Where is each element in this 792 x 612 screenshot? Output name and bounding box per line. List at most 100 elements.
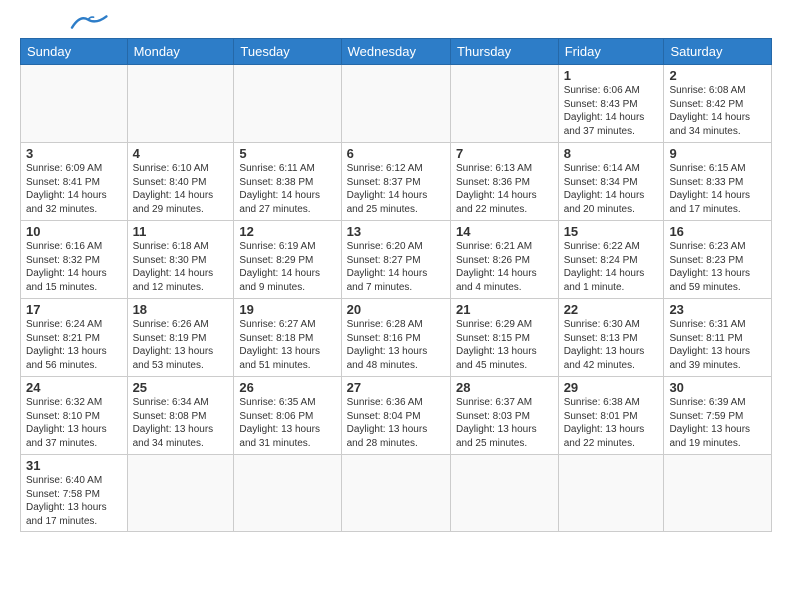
calendar-cell: 14Sunrise: 6:21 AM Sunset: 8:26 PM Dayli…	[450, 221, 558, 299]
calendar-cell: 16Sunrise: 6:23 AM Sunset: 8:23 PM Dayli…	[664, 221, 772, 299]
day-number: 12	[239, 224, 335, 239]
week-row-2: 3Sunrise: 6:09 AM Sunset: 8:41 PM Daylig…	[21, 143, 772, 221]
calendar-cell: 3Sunrise: 6:09 AM Sunset: 8:41 PM Daylig…	[21, 143, 128, 221]
day-number: 31	[26, 458, 122, 473]
week-row-3: 10Sunrise: 6:16 AM Sunset: 8:32 PM Dayli…	[21, 221, 772, 299]
calendar-cell	[450, 65, 558, 143]
logo-bird-icon	[68, 12, 108, 32]
day-number: 9	[669, 146, 766, 161]
calendar-cell: 21Sunrise: 6:29 AM Sunset: 8:15 PM Dayli…	[450, 299, 558, 377]
calendar-cell: 24Sunrise: 6:32 AM Sunset: 8:10 PM Dayli…	[21, 377, 128, 455]
day-info: Sunrise: 6:40 AM Sunset: 7:58 PM Dayligh…	[26, 474, 122, 528]
day-info: Sunrise: 6:15 AM Sunset: 8:33 PM Dayligh…	[669, 162, 766, 216]
day-info: Sunrise: 6:36 AM Sunset: 8:04 PM Dayligh…	[347, 396, 445, 450]
calendar-cell: 25Sunrise: 6:34 AM Sunset: 8:08 PM Dayli…	[127, 377, 234, 455]
day-number: 11	[133, 224, 229, 239]
calendar-cell: 23Sunrise: 6:31 AM Sunset: 8:11 PM Dayli…	[664, 299, 772, 377]
weekday-thursday: Thursday	[450, 39, 558, 65]
day-info: Sunrise: 6:13 AM Sunset: 8:36 PM Dayligh…	[456, 162, 553, 216]
day-info: Sunrise: 6:08 AM Sunset: 8:42 PM Dayligh…	[669, 84, 766, 138]
day-number: 30	[669, 380, 766, 395]
day-number: 28	[456, 380, 553, 395]
weekday-header-row: SundayMondayTuesdayWednesdayThursdayFrid…	[21, 39, 772, 65]
day-number: 10	[26, 224, 122, 239]
calendar-cell: 8Sunrise: 6:14 AM Sunset: 8:34 PM Daylig…	[558, 143, 664, 221]
day-info: Sunrise: 6:19 AM Sunset: 8:29 PM Dayligh…	[239, 240, 335, 294]
day-info: Sunrise: 6:38 AM Sunset: 8:01 PM Dayligh…	[564, 396, 659, 450]
calendar-cell: 4Sunrise: 6:10 AM Sunset: 8:40 PM Daylig…	[127, 143, 234, 221]
calendar-cell: 28Sunrise: 6:37 AM Sunset: 8:03 PM Dayli…	[450, 377, 558, 455]
calendar-cell	[234, 455, 341, 532]
day-info: Sunrise: 6:28 AM Sunset: 8:16 PM Dayligh…	[347, 318, 445, 372]
weekday-monday: Monday	[127, 39, 234, 65]
calendar-cell: 15Sunrise: 6:22 AM Sunset: 8:24 PM Dayli…	[558, 221, 664, 299]
calendar-cell: 2Sunrise: 6:08 AM Sunset: 8:42 PM Daylig…	[664, 65, 772, 143]
day-info: Sunrise: 6:29 AM Sunset: 8:15 PM Dayligh…	[456, 318, 553, 372]
day-info: Sunrise: 6:11 AM Sunset: 8:38 PM Dayligh…	[239, 162, 335, 216]
calendar-cell: 26Sunrise: 6:35 AM Sunset: 8:06 PM Dayli…	[234, 377, 341, 455]
calendar-cell: 11Sunrise: 6:18 AM Sunset: 8:30 PM Dayli…	[127, 221, 234, 299]
logo	[20, 16, 108, 32]
day-number: 25	[133, 380, 229, 395]
calendar-cell	[558, 455, 664, 532]
weekday-friday: Friday	[558, 39, 664, 65]
day-info: Sunrise: 6:21 AM Sunset: 8:26 PM Dayligh…	[456, 240, 553, 294]
calendar-cell	[127, 455, 234, 532]
day-number: 1	[564, 68, 659, 83]
day-info: Sunrise: 6:26 AM Sunset: 8:19 PM Dayligh…	[133, 318, 229, 372]
calendar-cell: 27Sunrise: 6:36 AM Sunset: 8:04 PM Dayli…	[341, 377, 450, 455]
calendar-cell: 29Sunrise: 6:38 AM Sunset: 8:01 PM Dayli…	[558, 377, 664, 455]
day-info: Sunrise: 6:24 AM Sunset: 8:21 PM Dayligh…	[26, 318, 122, 372]
day-number: 22	[564, 302, 659, 317]
calendar-cell: 20Sunrise: 6:28 AM Sunset: 8:16 PM Dayli…	[341, 299, 450, 377]
day-info: Sunrise: 6:39 AM Sunset: 7:59 PM Dayligh…	[669, 396, 766, 450]
day-info: Sunrise: 6:34 AM Sunset: 8:08 PM Dayligh…	[133, 396, 229, 450]
day-number: 3	[26, 146, 122, 161]
day-number: 17	[26, 302, 122, 317]
day-info: Sunrise: 6:31 AM Sunset: 8:11 PM Dayligh…	[669, 318, 766, 372]
calendar-cell: 13Sunrise: 6:20 AM Sunset: 8:27 PM Dayli…	[341, 221, 450, 299]
day-info: Sunrise: 6:06 AM Sunset: 8:43 PM Dayligh…	[564, 84, 659, 138]
day-info: Sunrise: 6:37 AM Sunset: 8:03 PM Dayligh…	[456, 396, 553, 450]
day-number: 13	[347, 224, 445, 239]
day-number: 18	[133, 302, 229, 317]
weekday-tuesday: Tuesday	[234, 39, 341, 65]
day-number: 26	[239, 380, 335, 395]
day-number: 24	[26, 380, 122, 395]
day-number: 23	[669, 302, 766, 317]
day-info: Sunrise: 6:35 AM Sunset: 8:06 PM Dayligh…	[239, 396, 335, 450]
calendar-cell: 1Sunrise: 6:06 AM Sunset: 8:43 PM Daylig…	[558, 65, 664, 143]
calendar-cell: 9Sunrise: 6:15 AM Sunset: 8:33 PM Daylig…	[664, 143, 772, 221]
calendar-table: SundayMondayTuesdayWednesdayThursdayFrid…	[20, 38, 772, 532]
day-info: Sunrise: 6:14 AM Sunset: 8:34 PM Dayligh…	[564, 162, 659, 216]
day-number: 15	[564, 224, 659, 239]
day-info: Sunrise: 6:23 AM Sunset: 8:23 PM Dayligh…	[669, 240, 766, 294]
calendar-cell	[127, 65, 234, 143]
calendar-cell	[450, 455, 558, 532]
calendar-cell: 12Sunrise: 6:19 AM Sunset: 8:29 PM Dayli…	[234, 221, 341, 299]
day-number: 19	[239, 302, 335, 317]
day-number: 20	[347, 302, 445, 317]
day-number: 16	[669, 224, 766, 239]
calendar-cell: 6Sunrise: 6:12 AM Sunset: 8:37 PM Daylig…	[341, 143, 450, 221]
weekday-wednesday: Wednesday	[341, 39, 450, 65]
week-row-1: 1Sunrise: 6:06 AM Sunset: 8:43 PM Daylig…	[21, 65, 772, 143]
day-info: Sunrise: 6:20 AM Sunset: 8:27 PM Dayligh…	[347, 240, 445, 294]
day-number: 5	[239, 146, 335, 161]
day-info: Sunrise: 6:22 AM Sunset: 8:24 PM Dayligh…	[564, 240, 659, 294]
weekday-saturday: Saturday	[664, 39, 772, 65]
day-number: 7	[456, 146, 553, 161]
day-info: Sunrise: 6:09 AM Sunset: 8:41 PM Dayligh…	[26, 162, 122, 216]
day-info: Sunrise: 6:32 AM Sunset: 8:10 PM Dayligh…	[26, 396, 122, 450]
calendar-cell	[341, 455, 450, 532]
day-number: 29	[564, 380, 659, 395]
week-row-5: 24Sunrise: 6:32 AM Sunset: 8:10 PM Dayli…	[21, 377, 772, 455]
day-number: 8	[564, 146, 659, 161]
calendar-cell: 17Sunrise: 6:24 AM Sunset: 8:21 PM Dayli…	[21, 299, 128, 377]
header	[20, 16, 772, 32]
calendar-cell: 18Sunrise: 6:26 AM Sunset: 8:19 PM Dayli…	[127, 299, 234, 377]
day-info: Sunrise: 6:12 AM Sunset: 8:37 PM Dayligh…	[347, 162, 445, 216]
week-row-6: 31Sunrise: 6:40 AM Sunset: 7:58 PM Dayli…	[21, 455, 772, 532]
day-number: 6	[347, 146, 445, 161]
calendar-cell	[341, 65, 450, 143]
